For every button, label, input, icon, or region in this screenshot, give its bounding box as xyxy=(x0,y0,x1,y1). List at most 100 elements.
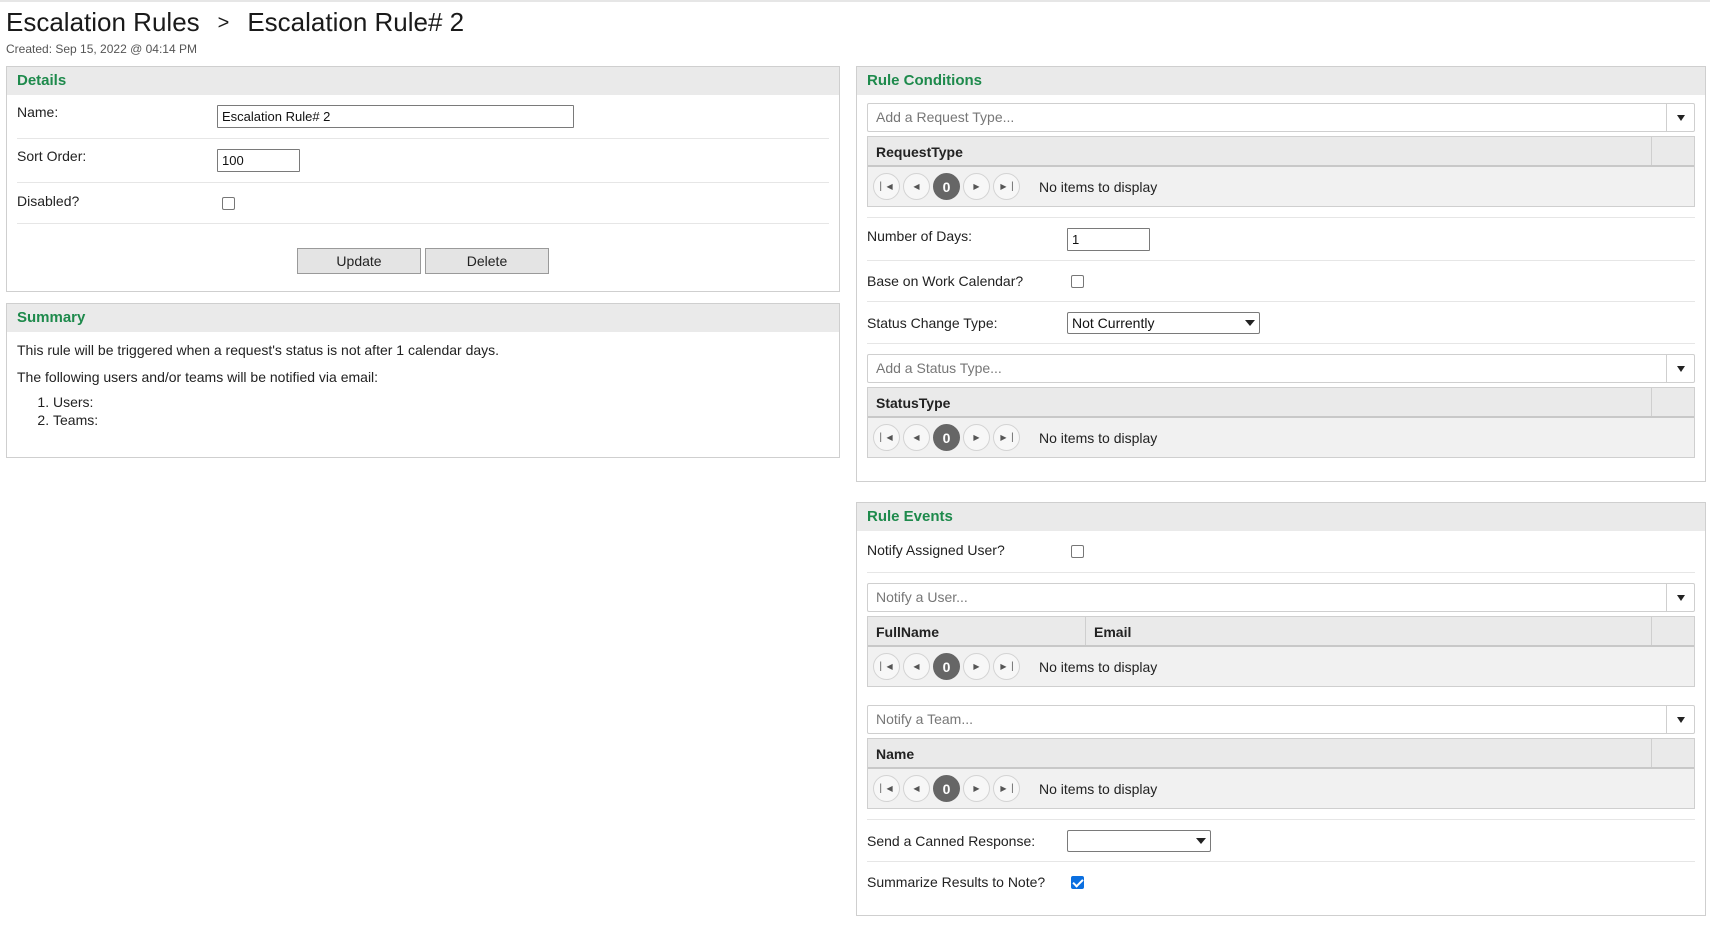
notify-user-combobox[interactable]: Notify a User... xyxy=(867,583,1695,612)
column-header-spacer xyxy=(1652,617,1694,645)
breadcrumb-current: Escalation Rule# 2 xyxy=(247,7,465,37)
status-type-combobox[interactable]: Add a Status Type... xyxy=(867,354,1695,383)
canned-response-row: Send a Canned Response: xyxy=(867,819,1695,862)
sort-order-label: Sort Order: xyxy=(17,147,87,164)
grid-header: Name xyxy=(868,739,1694,769)
notify-team-dropdown-button[interactable] xyxy=(1666,706,1694,733)
grid-header: RequestType xyxy=(868,137,1694,167)
chevron-down-icon xyxy=(1676,114,1685,121)
details-title: Details xyxy=(7,67,839,95)
column-header-spacer xyxy=(1652,739,1694,767)
column-header-spacer xyxy=(1652,388,1694,416)
pager-info: No items to display xyxy=(1039,780,1158,797)
status-change-value: Not Currently xyxy=(1072,314,1155,331)
status-type-placeholder: Add a Status Type... xyxy=(876,360,1002,376)
summarize-label: Summarize Results to Note? xyxy=(867,874,1046,890)
request-type-dropdown-button[interactable] xyxy=(1666,104,1694,131)
chevron-down-icon xyxy=(1676,594,1685,601)
column-header-fullname[interactable]: FullName xyxy=(868,617,1086,645)
grid-pager: ▏◀ ◀ 0 ▶ ▶▕ No items to display xyxy=(868,167,1694,206)
update-button[interactable]: Update xyxy=(297,248,421,274)
canned-response-select[interactable] xyxy=(1067,829,1211,852)
grid-pager: ▏◀ ◀ 0 ▶ ▶▕ No items to display xyxy=(868,769,1694,808)
chevron-down-icon xyxy=(1196,837,1206,844)
current-page-number: 0 xyxy=(933,424,960,451)
last-page-icon[interactable]: ▶▕ xyxy=(993,173,1020,200)
current-page-number: 0 xyxy=(933,173,960,200)
summary-panel: Summary This rule will be triggered when… xyxy=(6,303,840,458)
next-page-icon[interactable]: ▶ xyxy=(963,424,990,451)
delete-button[interactable]: Delete xyxy=(425,248,549,274)
page-header: Escalation Rules > Escalation Rule# 2 Crea… xyxy=(6,6,464,56)
status-type-dropdown-button[interactable] xyxy=(1666,355,1694,382)
first-page-icon[interactable]: ▏◀ xyxy=(873,653,900,680)
last-page-icon[interactable]: ▶▕ xyxy=(993,653,1020,680)
request-type-combobox[interactable]: Add a Request Type... xyxy=(867,103,1695,132)
status-change-label: Status Change Type: xyxy=(867,314,998,331)
notify-assigned-label: Notify Assigned User? xyxy=(867,541,1005,558)
summary-title: Summary xyxy=(7,304,839,332)
grid-header: StatusType xyxy=(868,388,1694,418)
first-page-icon[interactable]: ▏◀ xyxy=(873,173,900,200)
status-change-row: Status Change Type: Not Currently xyxy=(867,302,1695,344)
notify-assigned-checkbox[interactable] xyxy=(1071,545,1084,558)
notify-team-grid: Name ▏◀ ◀ 0 ▶ ▶▕ No items to display xyxy=(867,738,1695,809)
rule-events-title: Rule Events xyxy=(857,503,1705,531)
column-header-statustype[interactable]: StatusType xyxy=(868,388,1652,416)
current-page-number: 0 xyxy=(933,775,960,802)
column-header-email[interactable]: Email xyxy=(1086,617,1652,645)
grid-pager: ▏◀ ◀ 0 ▶ ▶▕ No items to display xyxy=(868,647,1694,686)
summary-notify-text: The following users and/or teams will be… xyxy=(17,369,379,385)
first-page-icon[interactable]: ▏◀ xyxy=(873,775,900,802)
notify-user-placeholder: Notify a User... xyxy=(876,589,968,605)
prev-page-icon[interactable]: ◀ xyxy=(903,424,930,451)
number-of-days-field[interactable] xyxy=(1067,227,1150,251)
number-of-days-label: Number of Days: xyxy=(867,228,973,244)
summary-list: Users: Teams: xyxy=(17,393,829,429)
rule-conditions-title: Rule Conditions xyxy=(857,67,1705,95)
first-page-icon[interactable]: ▏◀ xyxy=(873,424,900,451)
sort-order-field[interactable] xyxy=(217,149,300,172)
number-of-days-row: Number of Days: xyxy=(867,217,1695,261)
details-panel: Details Name: Sort Order: Disabled? Upda… xyxy=(6,66,840,292)
rule-conditions-panel: Rule Conditions Add a Request Type... Re… xyxy=(856,66,1706,482)
pager-info: No items to display xyxy=(1039,658,1158,675)
disabled-row: Disabled? xyxy=(17,183,829,224)
summary-item-users: Users: xyxy=(53,393,829,411)
rule-events-panel: Rule Events Notify Assigned User? Notify… xyxy=(856,502,1706,916)
notify-team-combobox[interactable]: Notify a Team... xyxy=(867,705,1695,734)
chevron-down-icon xyxy=(1676,716,1685,723)
disabled-label: Disabled? xyxy=(17,193,80,209)
grid-header: FullName Email xyxy=(868,617,1694,647)
summarize-checkbox[interactable] xyxy=(1071,875,1084,889)
summary-item-teams: Teams: xyxy=(53,411,829,429)
column-header-requesttype[interactable]: RequestType xyxy=(868,137,1652,165)
grid-pager: ▏◀ ◀ 0 ▶ ▶▕ No items to display xyxy=(868,418,1694,457)
notify-user-grid: FullName Email ▏◀ ◀ 0 ▶ ▶▕ No items to d… xyxy=(867,616,1695,687)
work-calendar-checkbox[interactable] xyxy=(1071,274,1084,288)
breadcrumb-parent[interactable]: Escalation Rules xyxy=(6,7,200,37)
disabled-checkbox[interactable] xyxy=(222,196,235,210)
prev-page-icon[interactable]: ◀ xyxy=(903,775,930,802)
summary-trigger-text: This rule will be triggered when a reque… xyxy=(17,342,500,358)
name-field[interactable] xyxy=(217,105,574,128)
breadcrumb: Escalation Rules > Escalation Rule# 2 xyxy=(6,6,464,41)
prev-page-icon[interactable]: ◀ xyxy=(903,653,930,680)
status-type-grid: StatusType ▏◀ ◀ 0 ▶ ▶▕ No items to displ… xyxy=(867,387,1695,458)
next-page-icon[interactable]: ▶ xyxy=(963,653,990,680)
breadcrumb-separator: > xyxy=(217,12,230,34)
name-label: Name: xyxy=(17,103,59,120)
status-change-select[interactable]: Not Currently xyxy=(1067,311,1260,334)
notify-user-dropdown-button[interactable] xyxy=(1666,584,1694,611)
next-page-icon[interactable]: ▶ xyxy=(963,173,990,200)
current-page-number: 0 xyxy=(933,653,960,680)
notify-assigned-row: Notify Assigned User? xyxy=(867,531,1695,573)
request-type-placeholder: Add a Request Type... xyxy=(876,109,1015,125)
column-header-name[interactable]: Name xyxy=(868,739,1652,767)
prev-page-icon[interactable]: ◀ xyxy=(903,173,930,200)
last-page-icon[interactable]: ▶▕ xyxy=(993,775,1020,802)
next-page-icon[interactable]: ▶ xyxy=(963,775,990,802)
details-actions: Update Delete xyxy=(17,224,829,290)
last-page-icon[interactable]: ▶▕ xyxy=(993,424,1020,451)
canned-response-label: Send a Canned Response: xyxy=(867,832,1036,849)
